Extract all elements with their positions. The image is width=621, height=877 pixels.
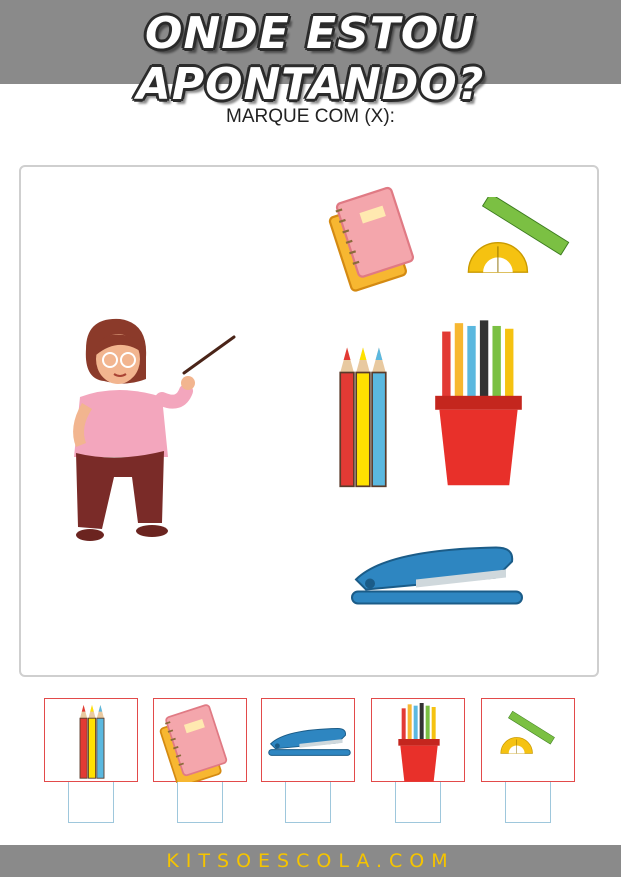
- scene-panel: [19, 165, 599, 677]
- option-card-notebooks[interactable]: [153, 698, 247, 783]
- answer-checkbox-5[interactable]: [505, 782, 551, 823]
- option-card-ruler-protractor[interactable]: [481, 698, 575, 782]
- colored-pencils-icon: [339, 346, 387, 488]
- pencil-cup-icon: [398, 703, 440, 782]
- answer-checkbox-1[interactable]: [68, 782, 114, 823]
- footer-bar: KITSOESCOLA.COM: [0, 845, 621, 877]
- teacher-pointing-icon: [73, 318, 236, 541]
- stapler-icon: [268, 728, 351, 756]
- stapler-icon: [351, 546, 523, 605]
- ruler-protractor-icon: [500, 710, 555, 754]
- option-card-pencil-cup[interactable]: [371, 698, 465, 782]
- footer-site-link[interactable]: KITSOESCOLA.COM: [0, 850, 621, 872]
- answer-checkbox-4[interactable]: [395, 782, 441, 823]
- answer-checkbox-2[interactable]: [177, 782, 223, 823]
- notebooks-icon: [156, 703, 231, 783]
- answer-checkbox-3[interactable]: [285, 782, 331, 823]
- answer-options: [0, 698, 621, 828]
- title-bar: ONDE ESTOU APONTANDO?: [0, 0, 621, 110]
- notebooks-icon: [324, 185, 419, 293]
- ruler-protractor-icon: [467, 197, 570, 273]
- instruction-text: MARQUE COM (X):: [226, 106, 395, 127]
- option-card-colored-pencils[interactable]: [44, 698, 138, 782]
- pencil-cup-icon: [435, 320, 522, 486]
- page-title: ONDE ESTOU APONTANDO?: [136, 8, 485, 110]
- option-card-stapler[interactable]: [261, 698, 355, 782]
- colored-pencils-icon: [79, 704, 105, 779]
